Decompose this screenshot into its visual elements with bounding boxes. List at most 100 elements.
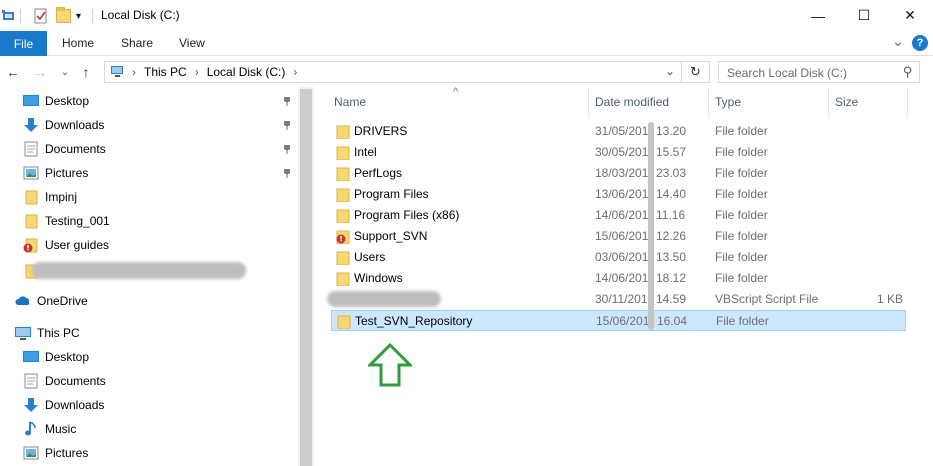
sidebar-item-label: Desktop [45,350,90,364]
sidebar-item-user-guides[interactable]: User guides [23,234,109,256]
tab-share[interactable]: Share [121,36,153,50]
scrollbar-thumb[interactable] [300,89,312,466]
this-pc-icon [15,325,31,341]
customize-qat-icon[interactable]: ▾ [76,7,81,25]
breadcrumb-local-disk[interactable]: Local Disk (C:) [207,65,286,79]
documents-icon [23,141,39,157]
tab-home[interactable]: Home [62,36,94,50]
column-header-date[interactable]: Date modified [595,95,669,109]
column-header-name[interactable]: Name [334,95,366,109]
breadcrumb-this-pc[interactable]: This PC [144,65,187,79]
table-row[interactable]: Program Files (x86) 14/06/201 11.16 File fo… [331,205,906,226]
sidebar-item-label: This PC [37,326,80,340]
tab-file[interactable]: File [0,31,47,56]
address-bar[interactable]: › This PC › Local Disk (C:) › ⌄ [104,61,682,83]
column-divider[interactable] [828,89,829,117]
column-header-type[interactable]: Type [715,95,741,109]
address-dropdown-icon[interactable]: ⌄ [665,64,675,78]
column-divider[interactable] [907,89,908,117]
column-header-size[interactable]: Size [835,95,858,109]
sidebar-item-pc-desktop[interactable]: Desktop [23,346,89,368]
sidebar-item-pc-music[interactable]: Music [23,418,76,440]
sidebar-item-desktop[interactable]: Desktop [23,90,89,112]
sidebar-item-pc-pictures[interactable]: Pictures [23,442,88,464]
column-divider[interactable] [708,89,709,117]
file-time: 18.12 [656,271,687,285]
properties-icon[interactable] [33,7,49,25]
onedrive-icon [15,293,31,309]
table-row[interactable]: Support_SVN 15/06/201 12.26 File folder [331,226,906,247]
file-type: File folder [715,271,768,285]
search-icon[interactable]: ⚲ [903,64,913,80]
help-icon[interactable]: ? [912,35,928,51]
sidebar-item-label: Pictures [45,166,89,180]
sidebar-item-label: User guides [45,238,110,252]
pictures-icon [23,445,39,461]
sidebar-item-downloads[interactable]: Downloads [23,114,104,136]
table-row[interactable]: PerfLogs 18/03/201 23.03 File folder [331,163,906,184]
pin-icon[interactable] [282,96,292,109]
minimize-button[interactable]: — [795,0,841,31]
expand-ribbon-icon[interactable]: ⌄ [892,33,904,50]
tab-view[interactable]: View [179,36,205,50]
forward-button[interactable]: → [31,63,49,81]
sidebar-item-this-pc[interactable]: This PC [15,322,80,344]
file-size: 1 KB [877,292,904,306]
file-date: 03/06/201 [595,250,649,264]
sidebar-item-impinj[interactable]: Impinj [23,186,77,208]
sidebar-item-pc-documents[interactable]: Documents [23,370,106,392]
file-name: Windows [354,271,403,285]
sidebar-item-pc-downloads[interactable]: Downloads [23,394,104,416]
folder-icon [336,272,350,289]
up-button[interactable]: ↑ [77,63,95,81]
sidebar-item-onedrive[interactable]: OneDrive [15,290,88,312]
file-name: Intel [354,145,377,159]
refresh-button[interactable]: ↻ [682,61,710,83]
table-row[interactable]: Windows 14/06/201 18.12 File folder [331,268,906,289]
table-row-selected[interactable]: Test_SVN_Repository 15/06/201 16.04 File fo… [331,310,906,331]
documents-icon [23,373,39,389]
table-row[interactable]: DRIVERS 31/05/201 13.20 File folder [331,121,906,142]
explorer-app-icon[interactable] [2,7,16,25]
file-time: 14.59 [656,292,687,306]
table-row[interactable]: 30/11/201 14.59 VBScript Script File 1 KB [327,289,906,310]
file-name: Program Files [354,187,429,201]
file-date: 15/06/201 [595,229,649,243]
table-row[interactable]: Program Files 13/06/201 14.40 File folder [331,184,906,205]
sidebar-item-documents[interactable]: Documents [23,138,106,160]
file-time: 16.04 [657,314,688,328]
breadcrumb-separator: › [132,65,136,79]
sidebar-item-pictures[interactable]: Pictures [23,162,88,184]
file-type: File folder [715,187,768,201]
sidebar-item-label: Pictures [45,446,89,460]
file-date: 13/06/201 [595,187,649,201]
pin-icon[interactable] [282,120,292,133]
sidebar-item-label: OneDrive [37,294,88,308]
folder-icon [336,146,350,163]
recent-locations-button[interactable]: ⌄ [56,63,74,81]
file-time: 14.40 [656,187,687,201]
search-input[interactable]: Search Local Disk (C:) [727,66,847,80]
navigation-bar: ← → ⌄ ↑ › This PC › Local Disk (C:) › ⌄ … [0,57,933,87]
sidebar-item-label: Downloads [45,118,105,132]
redaction-bar [648,122,654,330]
sidebar-item-label: Desktop [45,94,90,108]
table-row[interactable]: Intel 30/05/201 15.57 File folder [331,142,906,163]
folder-icon [337,315,351,332]
back-button[interactable]: ← [4,63,22,81]
new-folder-icon[interactable] [56,7,71,25]
ribbon-tabs: File Home Share View ⌄ ? [0,31,933,56]
close-button[interactable]: ✕ [887,0,933,31]
table-row[interactable]: Users 03/06/201 13.50 File folder [331,247,906,268]
maximize-button[interactable]: ☐ [841,0,887,31]
sidebar-item-testing-001[interactable]: Testing_001 [23,210,110,232]
sidebar-item-label: Documents [45,142,106,156]
sidebar-item-label: Downloads [45,398,105,412]
title-bar: ▾ Local Disk (C:) — ☐ ✕ [0,0,933,31]
sidebar-item-label: Impinj [45,190,78,204]
pin-icon[interactable] [282,168,292,181]
search-box[interactable]: Search Local Disk (C:) ⚲ [718,61,920,83]
column-divider[interactable] [588,89,589,117]
pin-icon[interactable] [282,144,292,157]
redacted-label [32,262,246,279]
